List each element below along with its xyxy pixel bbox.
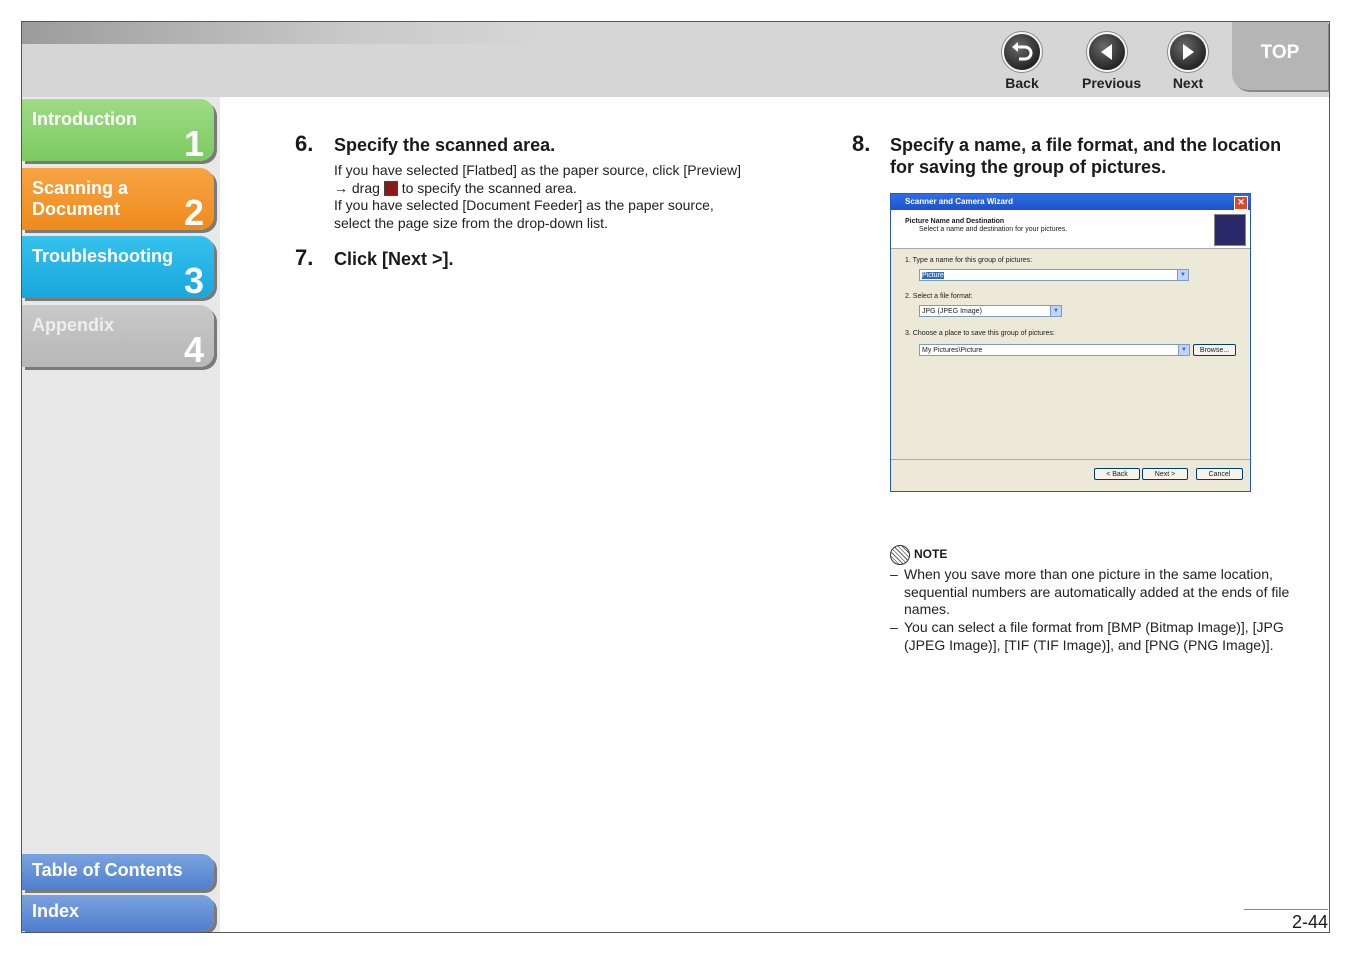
chevron-down-icon[interactable]: ▼ — [1178, 345, 1189, 355]
step-7-number: 7. — [295, 245, 314, 270]
tab-scanning-a-document[interactable]: Scanning a Document 2 — [22, 168, 214, 233]
note-list: When you save more than one picture in t… — [890, 566, 1310, 655]
step-8-number: 8. — [852, 131, 871, 156]
group-name-field[interactable]: Picture ▼ — [919, 269, 1189, 281]
tab-appendix[interactable]: Appendix 4 — [22, 305, 214, 370]
step-6-number: 6. — [295, 131, 314, 156]
scanner-wizard-dialog: Scanner and Camera Wizard ✕ Picture Name… — [890, 193, 1251, 492]
dialog-next-button[interactable]: Next > — [1142, 468, 1188, 480]
tab-troubleshooting[interactable]: Troubleshooting 3 — [22, 236, 214, 301]
chevron-down-icon[interactable]: ▼ — [1177, 270, 1188, 280]
next-button[interactable]: Next — [1163, 32, 1213, 91]
note-icon — [890, 545, 910, 565]
list-item: You can select a file format from [BMP (… — [890, 619, 1310, 654]
browse-button[interactable]: Browse... — [1193, 344, 1236, 356]
dialog-body: 1. Type a name for this group of picture… — [891, 249, 1250, 491]
back-button[interactable]: Back — [997, 32, 1047, 91]
chevron-down-icon[interactable]: ▼ — [1050, 306, 1061, 316]
table-of-contents-button[interactable]: Table of Contents — [22, 854, 214, 890]
close-icon[interactable]: ✕ — [1234, 196, 1248, 210]
file-format-select[interactable]: JPG (JPEG Image) ▼ — [919, 305, 1062, 317]
tab-introduction[interactable]: Introduction 1 — [22, 99, 214, 164]
step-6-body: If you have selected [Flatbed] as the pa… — [334, 162, 741, 231]
save-location-field[interactable]: My Pictures\Picture ▼ — [919, 344, 1190, 356]
previous-icon — [1087, 32, 1127, 72]
top-button[interactable]: TOP — [1232, 22, 1328, 90]
page-frame: Back Previous Next TOP Introduction 1 Sc… — [21, 21, 1330, 933]
index-button[interactable]: Index — [22, 895, 214, 931]
back-icon — [1002, 32, 1042, 72]
step-6-heading: Specify the scanned area. — [334, 135, 556, 155]
next-icon — [1168, 32, 1208, 72]
dialog-cancel-button[interactable]: Cancel — [1196, 468, 1243, 480]
previous-button[interactable]: Previous — [1082, 32, 1141, 91]
dialog-header: Picture Name and Destination Select a na… — [891, 210, 1250, 249]
list-item: When you save more than one picture in t… — [890, 566, 1310, 619]
dialog-titlebar: Scanner and Camera Wizard ✕ — [891, 194, 1250, 210]
scan-area-handle-icon — [383, 181, 398, 197]
note-heading: NOTE — [890, 545, 947, 565]
step-7-heading: Click [Next >]. — [334, 249, 454, 269]
dialog-back-button[interactable]: < Back — [1094, 468, 1140, 480]
step-8-heading: Specify a name, a file format, and the l… — [890, 135, 1282, 177]
wizard-icon — [1214, 214, 1246, 246]
page-number: 2-44 — [1244, 909, 1328, 932]
